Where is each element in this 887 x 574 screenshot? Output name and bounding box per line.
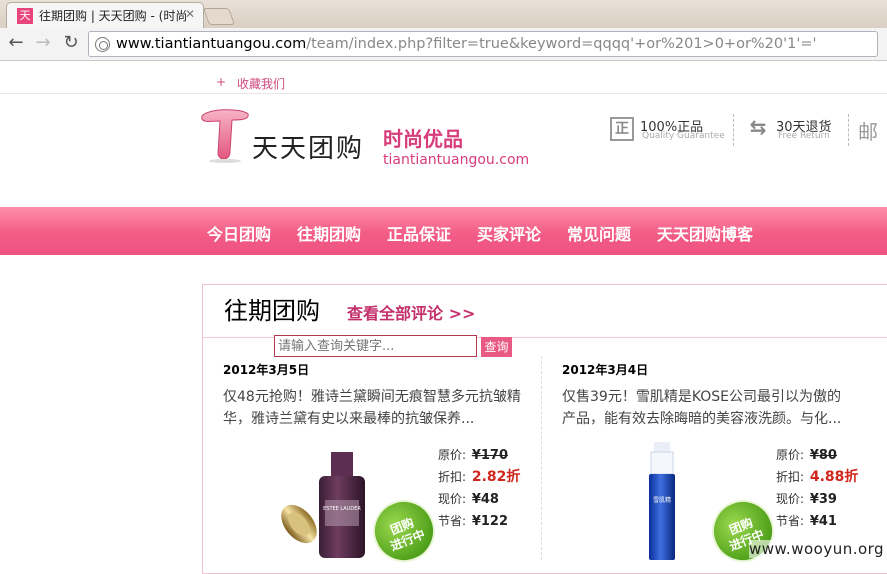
guarantee-genuine: 正 100%正品 Quality Guarantee	[610, 116, 730, 146]
price-label: 现价:	[776, 492, 805, 506]
price-table: 原价: ¥80 折扣: 4.88折 现价: ¥39 节省: ¥41	[776, 444, 858, 532]
guarantee-return: ⇆ 30天退货 Free Return	[746, 116, 846, 146]
price-label: 原价:	[438, 448, 467, 462]
product-label: 雪肌精	[653, 496, 671, 504]
nav-today-deals[interactable]: 今日团购	[207, 221, 271, 245]
current-price-row: 现价: ¥39	[776, 488, 858, 510]
original-price-row: 原价: ¥80	[776, 444, 858, 466]
bookmark-us-link[interactable]: 收藏我们	[237, 75, 285, 92]
price-label: 节省:	[438, 514, 467, 528]
deal-description[interactable]: 仅售39元！雪肌精是KOSE公司最引以为傲的产品，能有效去除晦暗的美容液洗颜。与…	[562, 386, 854, 430]
reload-icon[interactable]: ↻	[60, 32, 82, 54]
search-button[interactable]: 查询	[481, 337, 512, 357]
nav-blog[interactable]: 天天团购博客	[657, 221, 753, 245]
url-host: www.tiantiantuangou.com	[116, 36, 307, 52]
current-price-row: 现价: ¥48	[438, 488, 520, 510]
deal-card[interactable]: 2012年3月5日 仅48元抢购！雅诗兰黛瞬间无痕智慧多元抗皱精华，雅诗兰黛有史…	[223, 358, 533, 572]
guarantee-subtitle: Quality Guarantee	[642, 131, 725, 141]
discount-value: 4.88折	[809, 469, 859, 485]
price-label: 折扣:	[776, 470, 805, 484]
price-label: 原价:	[776, 448, 805, 462]
tab-title: 往期团购 | 天天团购 - (时尚	[39, 9, 188, 23]
original-price-row: 原价: ¥170	[438, 444, 520, 466]
site-domain: tiantiantuangou.com	[383, 152, 530, 168]
logo-wordmark[interactable]: 天天团购	[252, 128, 364, 165]
site-topbar: + 收藏我们	[0, 62, 887, 94]
product-image-lotion-bottle[interactable]: 雪肌精	[637, 442, 687, 562]
back-arrow-icon[interactable]: ←	[5, 32, 27, 54]
divider	[541, 356, 542, 560]
close-tab-icon[interactable]: ✕	[185, 7, 195, 21]
price-label: 节省:	[776, 514, 805, 528]
current-price: ¥48	[471, 492, 499, 507]
main-nav: 今日团购 往期团购 正品保证 买家评论 常见问题 天天团购博客	[0, 207, 887, 255]
mail-guarantee-partial: 邮	[858, 120, 878, 144]
price-label: 折扣:	[438, 470, 467, 484]
nav-faq[interactable]: 常见问题	[567, 221, 631, 245]
divider	[733, 114, 734, 146]
watermark: www.wooyun.org	[749, 540, 885, 558]
new-tab-button[interactable]	[202, 8, 236, 25]
genuine-icon: 正	[610, 117, 634, 141]
address-bar[interactable]: www.tiantiantuangou.com/team/index.php?f…	[88, 31, 878, 57]
deal-card[interactable]: 2012年3月4日 仅售39元！雪肌精是KOSE公司最引以为傲的产品，能有效去除…	[562, 358, 872, 572]
forward-arrow-icon[interactable]: →	[32, 32, 54, 54]
saved-amount: ¥122	[471, 514, 509, 529]
nav-buyer-reviews[interactable]: 买家评论	[477, 221, 541, 245]
original-price: ¥80	[809, 448, 837, 463]
page-globe-icon	[95, 37, 110, 52]
site-slogan: 时尚优品	[383, 127, 463, 151]
deal-description[interactable]: 仅48元抢购！雅诗兰黛瞬间无痕智慧多元抗皱精华，雅诗兰黛有史以来最棒的抗皱保养.…	[223, 386, 523, 430]
original-price: ¥170	[471, 448, 509, 463]
browser-toolbar: ← → ↻ www.tiantiantuangou.com/team/index…	[0, 28, 887, 61]
discount-row: 折扣: 2.82折	[438, 466, 520, 488]
browser-tab[interactable]: 天 往期团购 | 天天团购 - (时尚 ✕	[6, 2, 204, 28]
url-path: /team/index.php?filter=true&keyword=qqqq…	[306, 36, 817, 52]
saved-row: 节省: ¥122	[438, 510, 520, 532]
deal-date: 2012年3月4日	[562, 363, 649, 377]
discount-row: 折扣: 4.88折	[776, 466, 858, 488]
all-reviews-link[interactable]: 查看全部评论 >>	[347, 300, 475, 324]
price-label: 现价:	[438, 492, 467, 506]
divider	[848, 114, 849, 146]
nav-past-deals[interactable]: 往期团购	[297, 221, 361, 245]
search-input[interactable]	[274, 335, 477, 357]
site-favicon-icon: 天	[17, 8, 33, 24]
saved-amount: ¥41	[809, 514, 837, 529]
logo-t-icon[interactable]	[198, 106, 252, 164]
guarantee-subtitle: Free Return	[778, 131, 830, 141]
deal-in-progress-badge[interactable]: 团购 进行中	[702, 490, 784, 572]
return-icon: ⇆	[749, 115, 767, 139]
saved-row: 节省: ¥41	[776, 510, 858, 532]
nav-authentic-guarantee[interactable]: 正品保证	[387, 221, 451, 245]
current-price: ¥39	[809, 492, 837, 507]
discount-value: 2.82折	[471, 469, 521, 485]
browser-tab-strip: 天 往期团购 | 天天团购 - (时尚 ✕	[0, 0, 887, 28]
url-text[interactable]: www.tiantiantuangou.com/team/index.php?f…	[116, 36, 816, 53]
product-label: ESTEE LAUDER	[323, 506, 361, 512]
plus-icon: +	[216, 75, 227, 89]
page-title: 往期团购	[224, 297, 320, 325]
deal-date: 2012年3月5日	[223, 363, 310, 377]
price-table: 原价: ¥170 折扣: 2.82折 现价: ¥48 节省: ¥122	[438, 444, 520, 532]
